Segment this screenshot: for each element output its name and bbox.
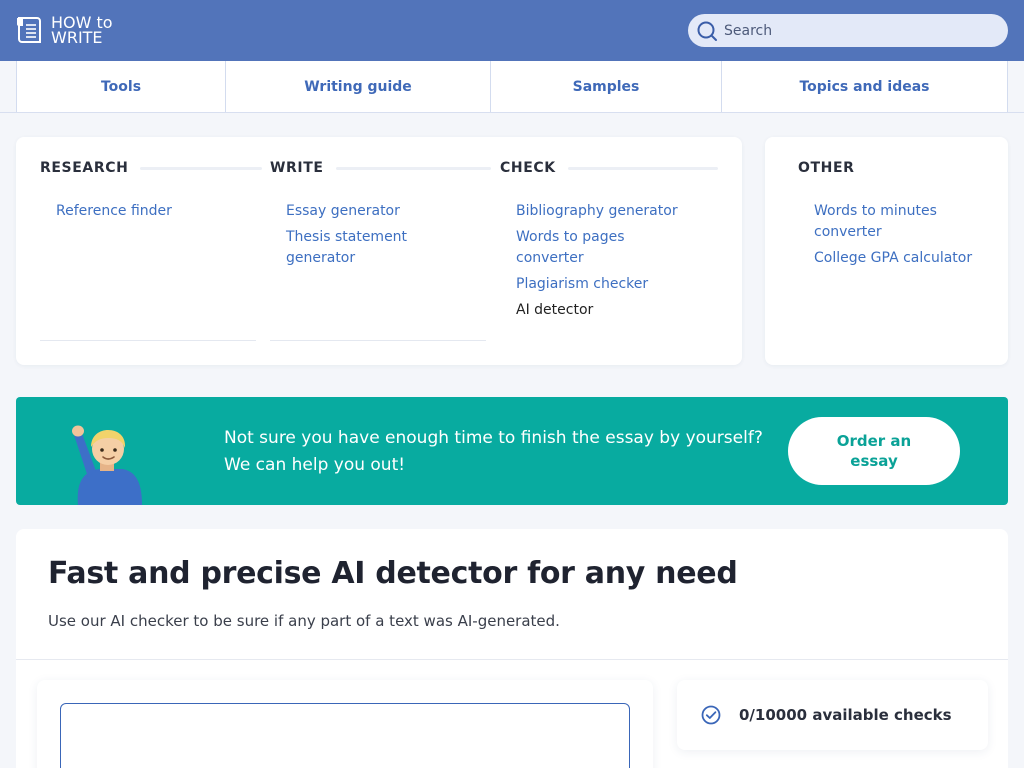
tools-panel-other: OTHER Words to minutes converter College… bbox=[765, 137, 1008, 365]
tools-column-other: OTHER Words to minutes converter College… bbox=[798, 137, 988, 365]
order-essay-button[interactable]: Order an essay bbox=[788, 417, 960, 485]
link-plagiarism-checker[interactable]: Plagiarism checker bbox=[516, 274, 691, 295]
main-nav: Tools Writing guide Samples Topics and i… bbox=[16, 61, 1008, 113]
section-divider bbox=[16, 659, 1008, 660]
link-thesis-statement-generator[interactable]: Thesis statement generator bbox=[286, 227, 461, 269]
check-circle-icon bbox=[701, 705, 721, 725]
column-title: CHECK bbox=[500, 160, 556, 176]
column-title: WRITE bbox=[270, 160, 324, 176]
tools-panel: RESEARCH Reference finder WRITE Essay ge… bbox=[16, 137, 742, 365]
column-bottom-rule bbox=[270, 340, 486, 341]
tools-column-write: WRITE Essay generator Thesis statement g… bbox=[270, 137, 491, 365]
link-essay-generator[interactable]: Essay generator bbox=[286, 201, 461, 222]
column-rule bbox=[335, 166, 491, 170]
tools-column-check: CHECK Bibliography generator Words to pa… bbox=[500, 137, 718, 365]
column-header: RESEARCH bbox=[40, 160, 263, 176]
column-title: RESEARCH bbox=[40, 160, 129, 176]
tools-column-research: RESEARCH Reference finder bbox=[40, 137, 263, 365]
nav-tab-tools[interactable]: Tools bbox=[17, 61, 226, 112]
site-header: HOW to WRITE bbox=[0, 0, 1024, 61]
nav-tab-samples[interactable]: Samples bbox=[491, 61, 722, 112]
column-links: Words to minutes converter College GPA c… bbox=[814, 201, 974, 274]
column-links: Essay generator Thesis statement generat… bbox=[286, 201, 461, 274]
logo-line-2: WRITE bbox=[51, 28, 103, 47]
nav-divider bbox=[0, 112, 1024, 113]
link-college-gpa-calculator[interactable]: College GPA calculator bbox=[814, 248, 974, 269]
column-rule bbox=[567, 166, 718, 170]
text-input-area[interactable] bbox=[60, 703, 630, 768]
banner-line-2: We can help you out! bbox=[224, 455, 406, 475]
waving-person-icon bbox=[72, 425, 142, 505]
column-header: CHECK bbox=[500, 160, 718, 176]
available-checks-count: 0/10000 available checks bbox=[739, 706, 952, 724]
banner-line-1: Not sure you have enough time to finish … bbox=[224, 428, 763, 448]
column-header: OTHER bbox=[798, 160, 855, 176]
logo-text: HOW to WRITE bbox=[51, 15, 113, 47]
scroll-logo-icon bbox=[17, 17, 41, 43]
search-box[interactable] bbox=[688, 14, 1008, 47]
nav-tab-writing-guide[interactable]: Writing guide bbox=[226, 61, 491, 112]
column-title: OTHER bbox=[798, 160, 855, 176]
text-editor-card bbox=[37, 680, 653, 768]
available-checks-card: 0/10000 available checks bbox=[677, 680, 988, 750]
column-header: WRITE bbox=[270, 160, 491, 176]
search-icon bbox=[697, 21, 717, 41]
site-logo[interactable]: HOW to WRITE bbox=[16, 14, 113, 46]
column-rule bbox=[140, 166, 263, 170]
column-links: Bibliography generator Words to pages co… bbox=[516, 201, 691, 326]
promo-banner: Not sure you have enough time to finish … bbox=[16, 397, 1008, 505]
nav-tab-topics-and-ideas[interactable]: Topics and ideas bbox=[722, 61, 1008, 112]
search-input[interactable] bbox=[724, 22, 984, 39]
banner-message: Not sure you have enough time to finish … bbox=[224, 425, 784, 479]
link-words-to-pages-converter[interactable]: Words to pages converter bbox=[516, 227, 691, 269]
column-bottom-rule bbox=[40, 340, 256, 341]
link-bibliography-generator[interactable]: Bibliography generator bbox=[516, 201, 691, 222]
column-links: Reference finder bbox=[56, 201, 231, 227]
page-subtitle: Use our AI checker to be sure if any par… bbox=[48, 612, 560, 630]
link-ai-detector-current[interactable]: AI detector bbox=[516, 300, 691, 321]
ai-detector-card: Fast and precise AI detector for any nee… bbox=[16, 529, 1008, 768]
link-words-to-minutes-converter[interactable]: Words to minutes converter bbox=[814, 201, 974, 243]
page-title: Fast and precise AI detector for any nee… bbox=[48, 556, 738, 591]
link-reference-finder[interactable]: Reference finder bbox=[56, 201, 231, 222]
